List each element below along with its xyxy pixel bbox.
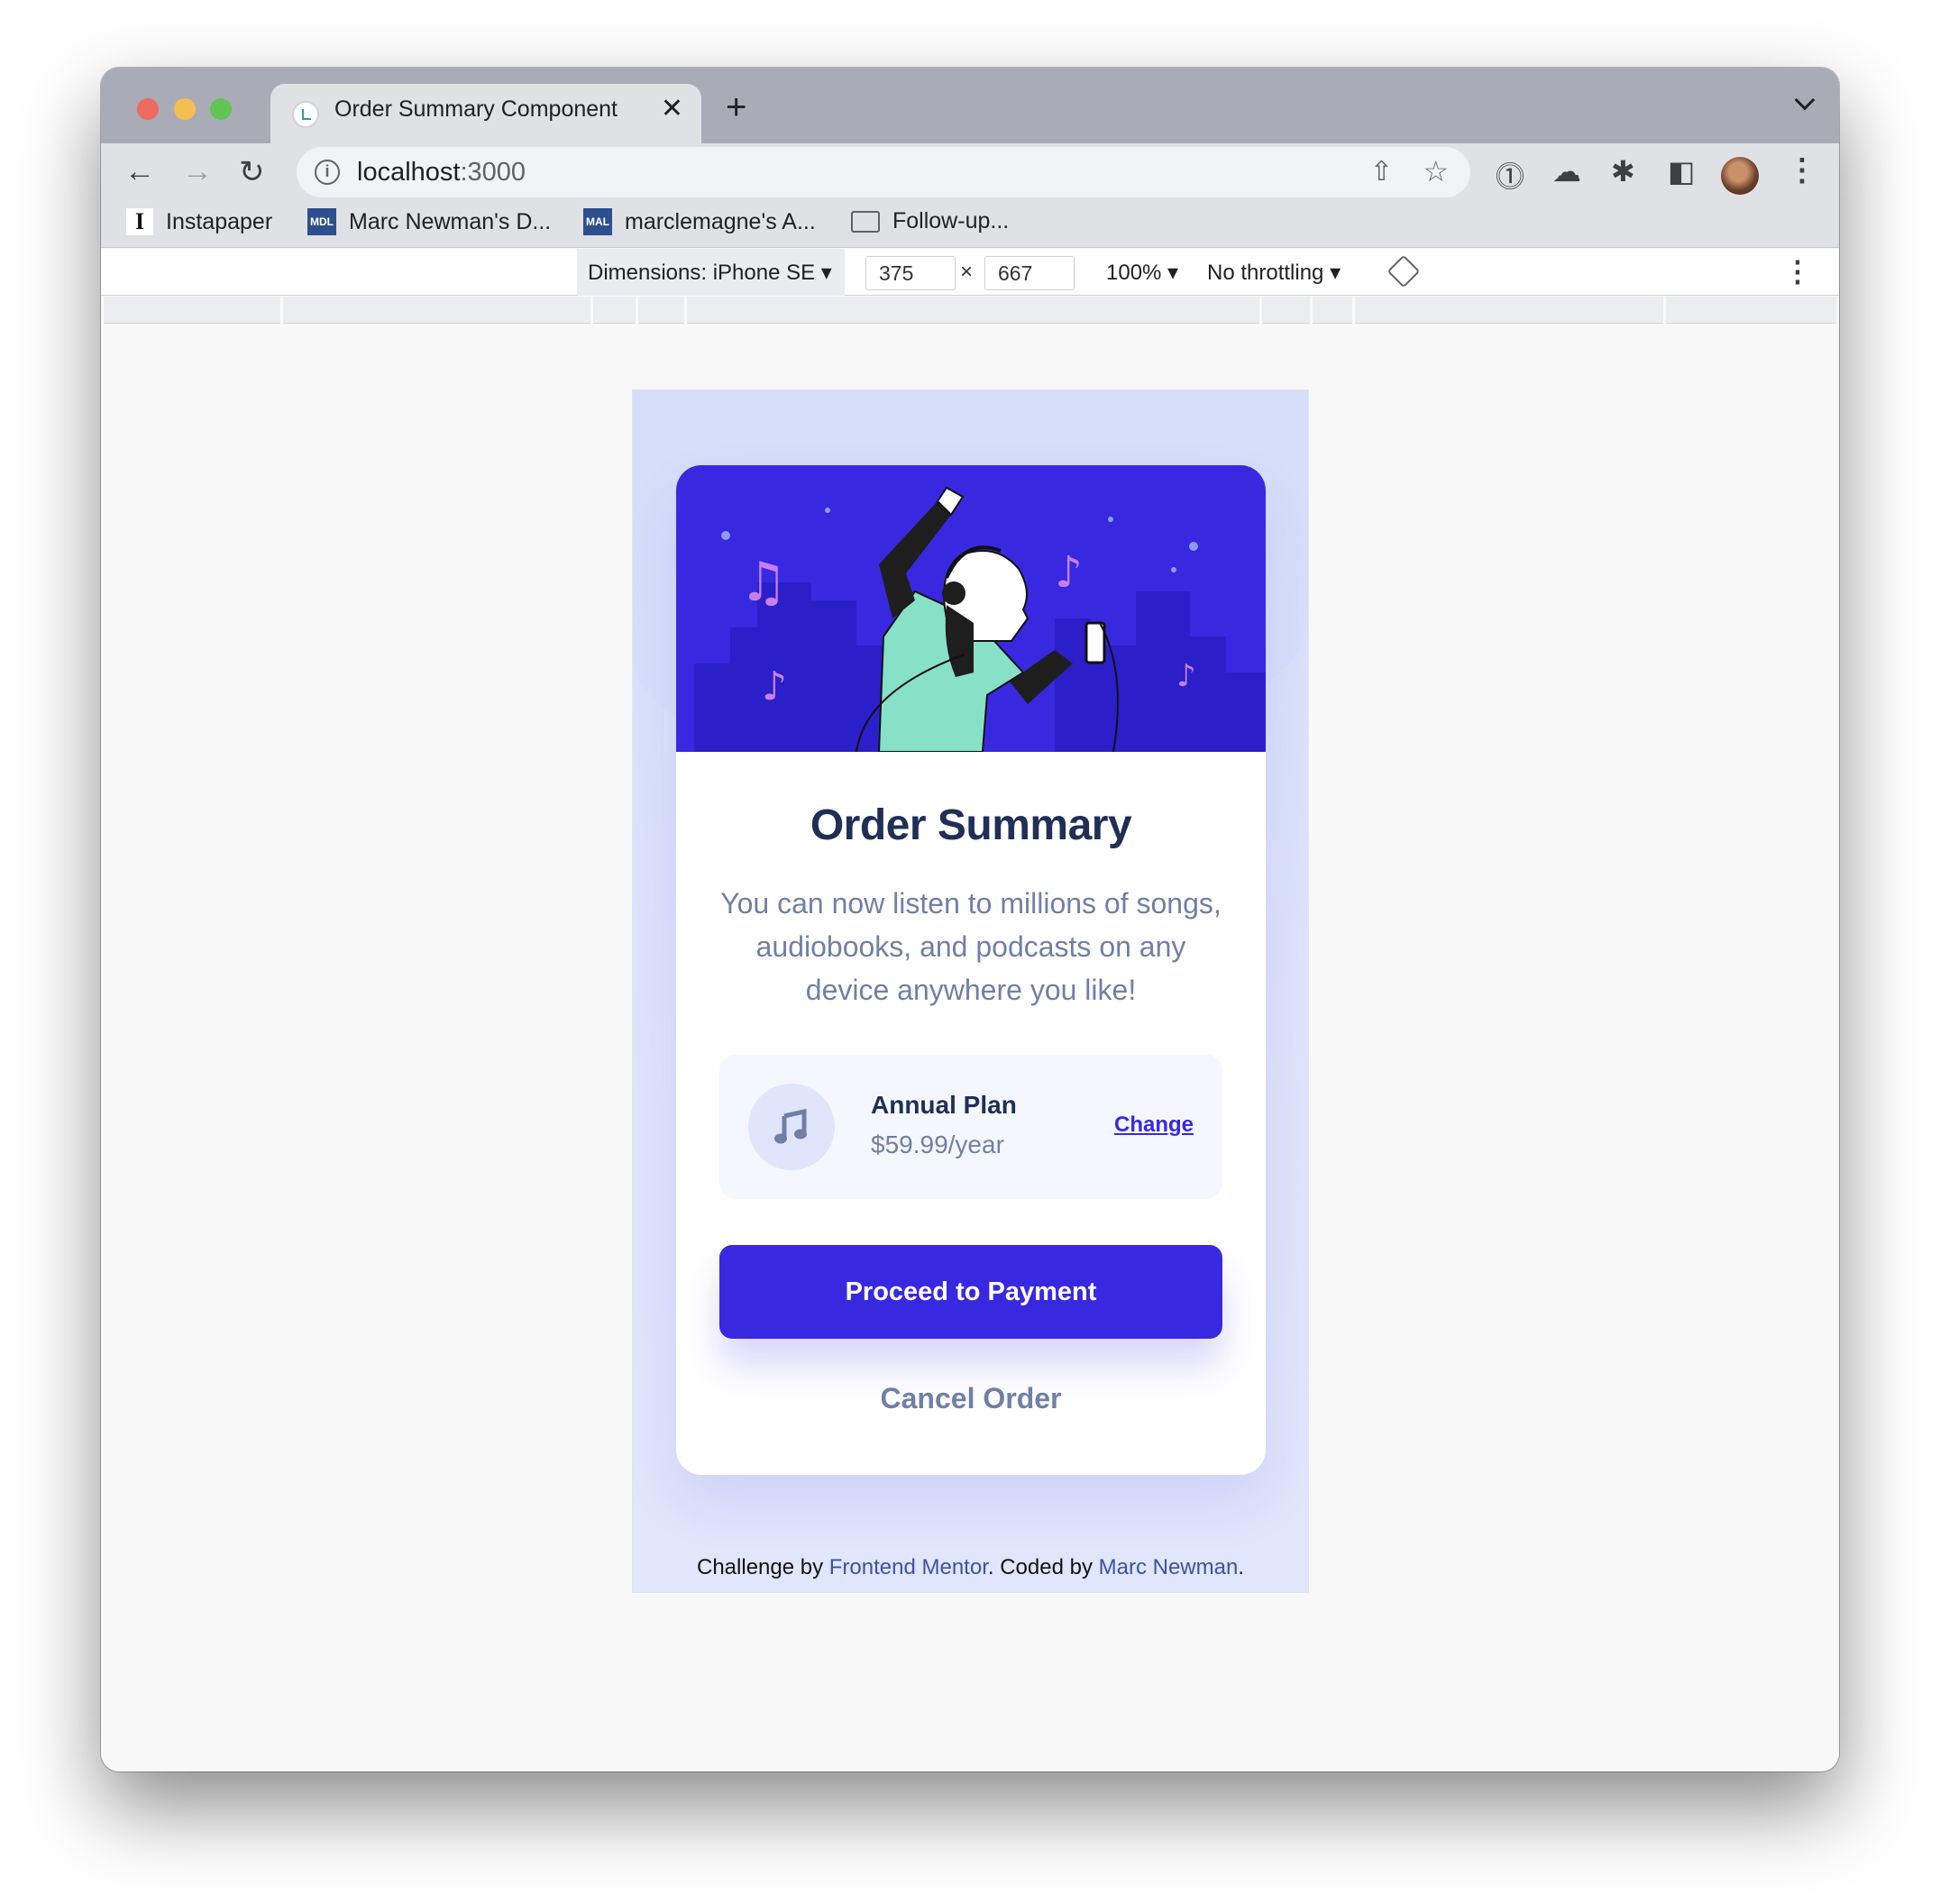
folder-icon [851, 210, 880, 233]
bookmark-label: Instapaper [166, 208, 273, 234]
maximize-window-button[interactable] [210, 98, 232, 120]
media-query-ruler[interactable] [104, 297, 1836, 324]
svg-text:♪: ♪ [762, 664, 787, 709]
profile-avatar[interactable] [1721, 157, 1759, 195]
mal-icon: MAL [583, 208, 612, 235]
forward-arrow-icon[interactable]: → [182, 154, 213, 189]
svg-text:♪: ♪ [1176, 658, 1196, 694]
bookmark-marc-newman[interactable]: MDL Marc Newman's D... [307, 208, 551, 235]
plan-name: Annual Plan [871, 1091, 1017, 1119]
hero-illustration: ♫ ♪ ♪ ♪ [676, 465, 1266, 752]
viewport-height-input[interactable]: 667 [984, 256, 1075, 290]
card-description: You can now listen to millions of songs,… [720, 887, 1222, 1006]
card-title: Order Summary [810, 801, 1132, 849]
site-info-icon[interactable]: i [315, 160, 340, 185]
music-note-icon [748, 1084, 835, 1170]
back-arrow-icon[interactable]: ← [124, 154, 155, 189]
attribution-middle: . Coded by [987, 1555, 1099, 1579]
change-plan-link[interactable]: Change [1114, 1112, 1194, 1138]
attribution-suffix: . [1238, 1555, 1244, 1579]
order-summary-card: ♫ ♪ ♪ ♪ Order Summary You can now listen… [676, 465, 1266, 1475]
throttling-dropdown[interactable]: No throttling ▾ [1207, 260, 1341, 286]
cancel-order-button[interactable]: Cancel Order [719, 1367, 1222, 1430]
frontend-mentor-link[interactable]: Frontend Mentor [829, 1555, 988, 1579]
bookmark-label: Marc Newman's D... [349, 208, 552, 234]
proceed-to-payment-button[interactable]: Proceed to Payment [719, 1245, 1222, 1339]
toolbar: ← → ↻ i localhost:3000 ⇧ ☆ ⓵ ☁ ✱ ◧ ⋮ [101, 143, 1839, 201]
rotate-icon[interactable] [1386, 254, 1421, 288]
svg-text:♪: ♪ [1055, 547, 1083, 598]
plan-box: Annual Plan $59.99/year Change [719, 1055, 1222, 1199]
bookmark-follow-up[interactable]: Follow-up... [851, 208, 1009, 234]
tab-close-icon[interactable]: ✕ [661, 93, 683, 124]
author-link[interactable]: Marc Newman [1099, 1555, 1239, 1579]
page-viewport: ♫ ♪ ♪ ♪ Order Summary You can now listen… [632, 389, 1309, 1593]
dimensions-dropdown[interactable]: Dimensions: iPhone SE ▾ [577, 249, 845, 296]
viewport-width-input[interactable]: 375 [865, 256, 956, 290]
address-bar[interactable]: i localhost:3000 ⇧ ☆ [297, 147, 1470, 197]
plan-price: $59.99/year [871, 1130, 1004, 1158]
minimize-window-button[interactable] [174, 98, 196, 120]
cloud-icon[interactable]: ☁ [1552, 154, 1581, 188]
mdl-icon: MDL [307, 208, 336, 235]
share-icon[interactable]: ⇧ [1370, 156, 1393, 188]
tab-title: Order Summary Component [334, 96, 618, 122]
browser-menu-icon[interactable]: ⋮ [1787, 152, 1817, 188]
url-host: localhost [357, 158, 461, 187]
favicon-icon [292, 101, 319, 128]
tab-search-chevron-icon[interactable] [1794, 89, 1816, 111]
reload-icon[interactable]: ↻ [239, 154, 265, 190]
attribution-prefix: Challenge by [697, 1555, 829, 1579]
attribution-footer: Challenge by Frontend Mentor. Coded by M… [633, 1555, 1308, 1580]
side-panel-icon[interactable]: ◧ [1668, 154, 1695, 188]
tab-order-summary[interactable]: Order Summary Component ✕ [270, 84, 701, 143]
instapaper-icon: I [126, 208, 153, 235]
bookmarks-bar: I Instapaper MDL Marc Newman's D... MAL … [101, 201, 1839, 248]
bookmark-marclemagne[interactable]: MAL marclemagne's A... [583, 208, 816, 235]
device-toolbar-menu-icon[interactable]: ⋮ [1783, 254, 1812, 288]
bookmark-label: marclemagne's A... [625, 208, 816, 234]
svg-text:♫: ♫ [739, 551, 788, 614]
close-window-button[interactable] [137, 98, 159, 120]
dancing-person-illustration: ♫ ♪ ♪ ♪ [694, 486, 1266, 752]
url-text: localhost:3000 [357, 158, 526, 188]
bookmark-instapaper[interactable]: I Instapaper [126, 208, 272, 235]
dimension-separator: × [960, 260, 974, 284]
tab-strip: Order Summary Component ✕ + [101, 68, 1839, 143]
bookmark-label: Follow-up... [892, 208, 1010, 233]
bookmark-star-icon[interactable]: ☆ [1423, 154, 1449, 188]
url-port: :3000 [460, 158, 526, 187]
extensions-puzzle-icon[interactable]: ✱ [1611, 154, 1635, 188]
browser-window: Order Summary Component ✕ + ← → ↻ i loca… [101, 68, 1839, 1771]
new-tab-button[interactable]: + [726, 87, 746, 128]
password-manager-icon[interactable]: ⓵ [1496, 154, 1524, 196]
zoom-dropdown[interactable]: 100% ▾ [1106, 260, 1178, 286]
device-toolbar: Dimensions: iPhone SE ▾ 375 × 667 100% ▾… [101, 249, 1839, 296]
